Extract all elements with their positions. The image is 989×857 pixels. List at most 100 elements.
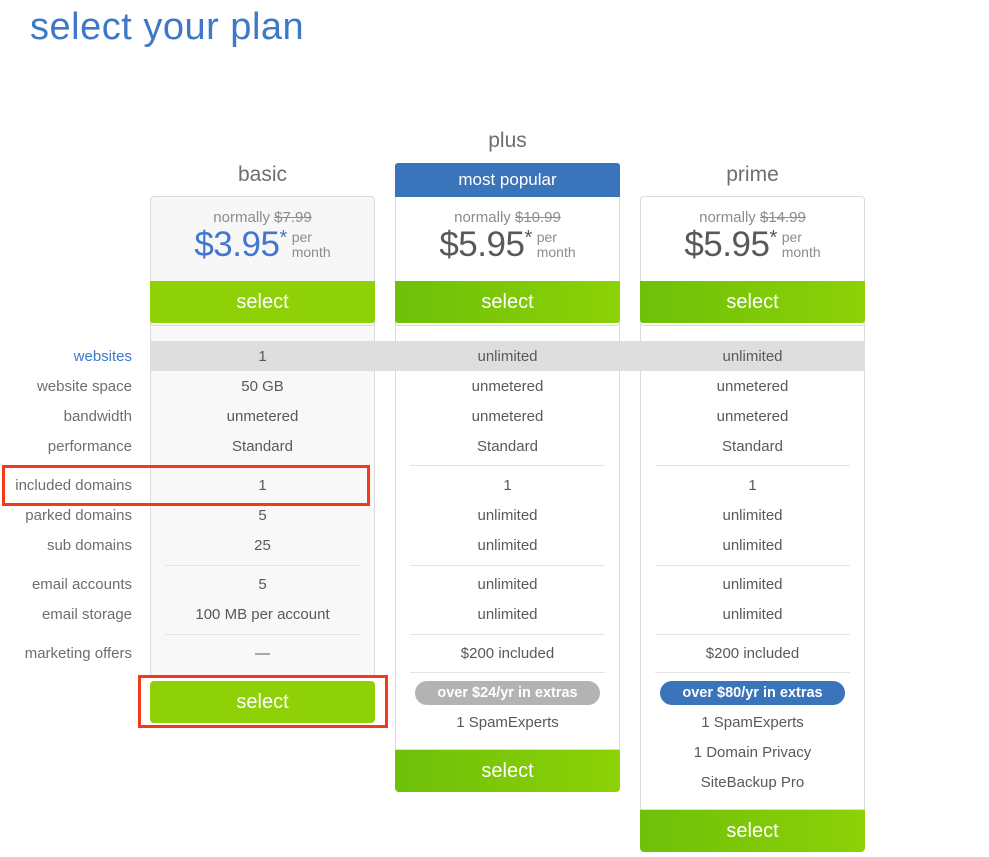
price-asterisk-plus: * (524, 227, 532, 249)
divider-prime-2 (655, 565, 850, 566)
select-button-prime-bottom[interactable]: select (640, 810, 865, 852)
feature-label-websites: websites (73, 348, 132, 365)
extras-badge-prime: over $80/yr in extras (660, 681, 845, 705)
price-area-basic: normally $7.99 $3.95 * per month (151, 197, 374, 262)
divider-prime-1 (655, 465, 850, 466)
feature-value-marketing-offers-prime: $200 included (705, 645, 800, 662)
feature-value-sub-domains-prime: unlimited (722, 537, 783, 554)
feature-label-website-space: website space (36, 378, 132, 395)
extras-item-prime-1: 1 Domain Privacy (693, 744, 812, 761)
feature-value-performance-prime: Standard (722, 438, 783, 455)
feature-label-performance: performance (47, 438, 132, 455)
feature-value-email-accounts-plus: unlimited (477, 576, 538, 593)
divider-plus-4 (410, 672, 605, 673)
feature-value-email-storage-prime: unlimited (722, 606, 783, 623)
normally-label-prime: normally (699, 209, 756, 226)
price-period-line1-prime: per (781, 229, 802, 245)
normally-label-plus: normally (454, 209, 511, 226)
price-line-basic: $3.95 * per month (151, 227, 374, 262)
divider-basic-3 (165, 634, 360, 635)
price-period-line2-basic: month (291, 244, 331, 261)
price-period-prime: per month (781, 229, 821, 261)
most-popular-banner: most popular (395, 163, 620, 197)
normally-price-plus: normally $10.99 (396, 209, 619, 226)
feature-value-parked-domains-basic: 5 (258, 507, 267, 524)
feature-label-marketing-offers: marketing offers (24, 645, 132, 662)
extras-item-plus-0: 1 SpamExperts (456, 714, 559, 731)
feature-value-website-space-plus: unmetered (471, 378, 544, 395)
feature-value-email-storage-plus: unlimited (477, 606, 538, 623)
divider-plus-2 (410, 565, 605, 566)
price-period-plus: per month (536, 229, 576, 261)
normally-label-basic: normally (213, 209, 270, 226)
price-amount-prime: $5.95 (684, 225, 770, 264)
feature-value-websites-prime: unlimited (722, 348, 783, 365)
divider-plus-1 (410, 465, 605, 466)
divider-basic-2 (165, 565, 360, 566)
normally-amount-prime: $14.99 (759, 209, 806, 226)
feature-label-included-domains: included domains (15, 477, 132, 494)
extras-item-prime-0: 1 SpamExperts (701, 714, 804, 731)
price-area-prime: normally $14.99 $5.95 * per month (641, 197, 864, 262)
extras-item-prime-2: SiteBackup Pro (700, 774, 805, 791)
feature-value-included-domains-prime: 1 (748, 477, 757, 494)
feature-value-bandwidth-plus: unmetered (471, 408, 544, 425)
feature-value-performance-basic: Standard (232, 438, 293, 455)
page-title: select your plan (30, 6, 305, 48)
price-area-plus: normally $10.99 $5.95 * per month (396, 197, 619, 262)
feature-panel-basic (150, 323, 375, 678)
feature-label-email-accounts: email accounts (31, 576, 132, 593)
feature-value-performance-plus: Standard (477, 438, 538, 455)
divider-basic-1 (165, 465, 360, 466)
price-asterisk-prime: * (769, 227, 777, 249)
select-button-basic-top[interactable]: select (150, 281, 375, 323)
feature-label-sub-domains: sub domains (46, 537, 132, 554)
feature-value-bandwidth-prime: unmetered (716, 408, 789, 425)
select-button-basic-bottom[interactable]: select (150, 681, 375, 723)
price-amount-basic: $3.95 (194, 225, 280, 264)
price-line-plus: $5.95 * per month (396, 227, 619, 262)
normally-amount-plus: $10.99 (514, 209, 561, 226)
divider-plus-3 (410, 634, 605, 635)
divider-prime-3 (655, 634, 850, 635)
price-line-prime: $5.95 * per month (641, 227, 864, 262)
feature-value-included-domains-basic: 1 (258, 477, 267, 494)
feature-value-website-space-basic: 50 GB (241, 378, 284, 395)
plan-name-prime: prime (726, 163, 779, 186)
feature-value-website-space-prime: unmetered (716, 378, 789, 395)
feature-label-parked-domains: parked domains (25, 507, 132, 524)
feature-value-email-storage-basic: 100 MB per account (195, 606, 330, 623)
select-button-prime-top[interactable]: select (640, 281, 865, 323)
feature-value-sub-domains-plus: unlimited (477, 537, 538, 554)
feature-value-included-domains-plus: 1 (503, 477, 512, 494)
feature-label-bandwidth: bandwidth (63, 408, 132, 425)
feature-label-email-storage: email storage (41, 606, 132, 623)
feature-value-marketing-offers-basic: — (255, 645, 270, 662)
feature-value-marketing-offers-plus: $200 included (460, 645, 555, 662)
normally-amount-basic: $7.99 (274, 209, 312, 226)
divider-prime-4 (655, 672, 850, 673)
price-period-line2-prime: month (781, 244, 821, 261)
feature-value-sub-domains-basic: 25 (254, 537, 271, 554)
price-period-basic: per month (291, 229, 331, 261)
price-period-line2-plus: month (536, 244, 576, 261)
feature-value-parked-domains-prime: unlimited (722, 507, 783, 524)
price-amount-plus: $5.95 (439, 225, 525, 264)
feature-value-websites-plus: unlimited (477, 348, 538, 365)
feature-value-parked-domains-plus: unlimited (477, 507, 538, 524)
extras-badge-plus: over $24/yr in extras (415, 681, 600, 705)
feature-value-bandwidth-basic: unmetered (226, 408, 299, 425)
price-period-line1-basic: per (291, 229, 312, 245)
select-button-plus-top[interactable]: select (395, 281, 620, 323)
feature-value-email-accounts-prime: unlimited (722, 576, 783, 593)
feature-panel-prime (640, 323, 865, 810)
price-period-line1-plus: per (536, 229, 557, 245)
normally-price-prime: normally $14.99 (641, 209, 864, 226)
feature-value-email-accounts-basic: 5 (258, 576, 267, 593)
price-asterisk-basic: * (279, 227, 287, 249)
feature-value-websites-basic: 1 (258, 348, 267, 365)
normally-price-basic: normally $7.99 (151, 209, 374, 226)
select-button-plus-bottom[interactable]: select (395, 750, 620, 792)
plan-name-plus: plus (488, 129, 527, 152)
plan-name-basic: basic (237, 163, 288, 186)
